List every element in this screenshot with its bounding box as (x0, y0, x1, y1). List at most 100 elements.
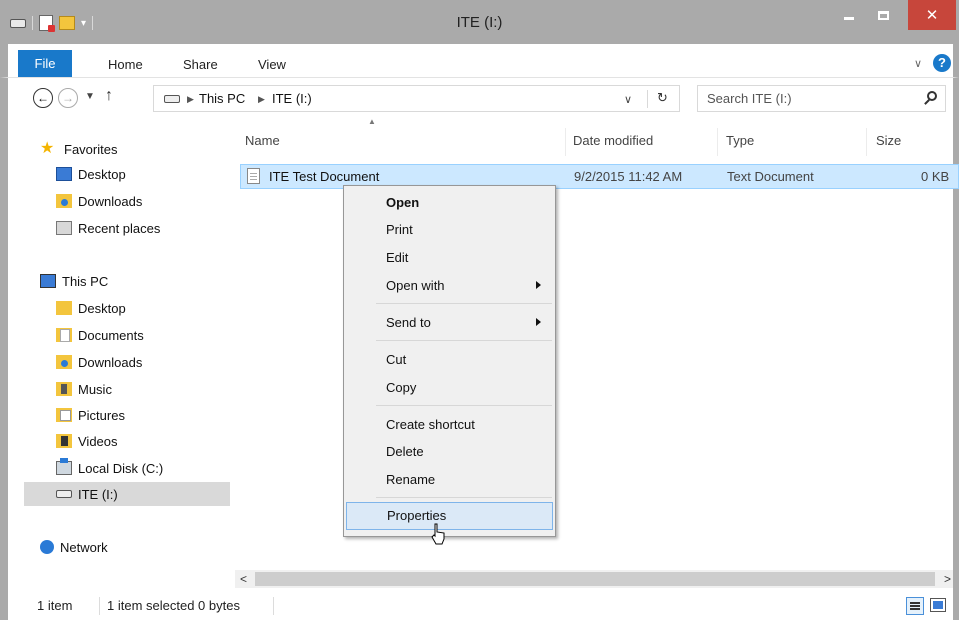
nav-pc-downloads[interactable]: Downloads (56, 350, 230, 374)
nav-favorites-recent[interactable]: Recent places (56, 216, 230, 240)
menu-item-send-to[interactable]: Send to (346, 310, 553, 336)
breadcrumb-arrow-icon[interactable]: ▶ (187, 94, 194, 105)
scroll-left-icon[interactable]: < (240, 572, 247, 586)
nav-favorites-desktop[interactable]: Desktop (56, 162, 230, 186)
status-divider (99, 597, 100, 615)
details-view-icon[interactable] (906, 597, 924, 615)
tab-view[interactable]: View (258, 57, 286, 72)
nav-label: Downloads (78, 193, 143, 209)
nav-network[interactable]: Network (40, 535, 230, 559)
column-header-name[interactable]: Name (245, 133, 280, 148)
status-bar: 1 item 1 item selected 0 bytes (8, 593, 953, 620)
menu-item-edit[interactable]: Edit (346, 245, 553, 271)
horizontal-scrollbar[interactable]: < > (235, 570, 953, 588)
column-divider[interactable] (717, 128, 718, 156)
file-date: 9/2/2015 11:42 AM (574, 169, 683, 184)
minimize-icon (844, 16, 854, 20)
nav-pc-documents[interactable]: Documents (56, 323, 230, 347)
menu-item-open[interactable]: Open (346, 190, 553, 216)
ribbon: File Home Share View ∨ ? (0, 44, 959, 77)
maximize-button[interactable] (868, 0, 898, 30)
nav-label: Recent places (78, 220, 161, 236)
nav-pc-music[interactable]: Music (56, 377, 230, 401)
menu-item-copy[interactable]: Copy (346, 375, 553, 401)
column-header-size[interactable]: Size (876, 133, 901, 148)
nav-label: Documents (78, 327, 144, 343)
breadcrumb-arrow-icon[interactable]: ▶ (258, 94, 265, 105)
mouse-cursor-icon (431, 523, 445, 545)
column-header-type[interactable]: Type (726, 133, 754, 148)
menu-item-label: Rename (386, 472, 436, 487)
scrollbar-thumb[interactable] (255, 572, 935, 586)
local-disk-icon (56, 458, 72, 475)
tab-file[interactable]: File (18, 50, 72, 77)
tab-home[interactable]: Home (108, 57, 143, 72)
menu-item-rename[interactable]: Rename (346, 467, 553, 493)
nav-favorites-downloads[interactable]: Downloads (56, 189, 230, 213)
nav-label: This PC (62, 273, 109, 289)
menu-separator (376, 340, 552, 341)
nav-pc-videos[interactable]: Videos (56, 429, 230, 453)
scroll-right-icon[interactable]: > (944, 572, 951, 586)
menu-item-properties[interactable]: Properties (346, 502, 553, 530)
pictures-folder-icon (56, 408, 72, 422)
menu-item-create-shortcut[interactable]: Create shortcut (346, 412, 553, 438)
large-icons-view-icon[interactable] (930, 598, 946, 612)
back-button[interactable]: ← (33, 88, 53, 108)
title-bar[interactable]: ▾ ITE (I:) ✕ (0, 0, 959, 44)
nav-pc-pictures[interactable]: Pictures (56, 403, 230, 427)
menu-item-open-with[interactable]: Open with (346, 273, 553, 299)
file-size: 0 KB (921, 169, 950, 184)
nav-favorites[interactable]: ★ Favorites (40, 137, 230, 161)
downloads-folder-icon (56, 194, 72, 208)
star-icon: ★ (40, 140, 55, 157)
menu-item-label: Edit (386, 250, 409, 265)
search-input[interactable]: Search ITE (I:) (697, 85, 946, 112)
maximize-icon (877, 10, 889, 20)
refresh-icon[interactable]: ↻ (657, 90, 668, 106)
context-menu: Open Print Edit Open with Send to Cut Co… (343, 185, 556, 537)
menu-separator (376, 497, 552, 498)
close-icon: ✕ (925, 7, 939, 24)
breadcrumb-this-pc[interactable]: This PC (199, 91, 245, 106)
status-divider (273, 597, 274, 615)
address-bar[interactable]: ▶ This PC ▶ ITE (I:) ∨ ↻ (153, 85, 680, 112)
address-dropdown-icon[interactable]: ∨ (624, 93, 632, 106)
menu-item-print[interactable]: Print (346, 217, 553, 243)
nav-label: Favorites (64, 141, 118, 157)
nav-pc-desktop[interactable]: Desktop (56, 296, 230, 320)
menu-item-delete[interactable]: Delete (346, 439, 553, 465)
breadcrumb-ite[interactable]: ITE (I:) (272, 91, 312, 106)
nav-label: ITE (I:) (78, 486, 118, 502)
minimize-button[interactable] (835, 0, 863, 30)
menu-item-label: Open (386, 195, 420, 210)
menu-item-label: Delete (386, 444, 424, 459)
search-icon[interactable] (927, 91, 937, 101)
nav-pc-local-disk[interactable]: Local Disk (C:) (56, 456, 230, 480)
desktop-icon (56, 167, 72, 181)
menu-item-cut[interactable]: Cut (346, 347, 553, 373)
nav-pc-ite[interactable]: ITE (I:) (24, 482, 230, 506)
nav-label: Desktop (78, 300, 126, 316)
status-item-count: 1 item (37, 598, 73, 613)
window-title: ITE (I:) (456, 14, 503, 31)
tab-share[interactable]: Share (183, 57, 218, 72)
menu-item-label: Open with (386, 278, 445, 293)
address-row: ← → ▼ ↑ ▶ This PC ▶ ITE (I:) ∨ ↻ Search … (0, 77, 959, 122)
help-icon[interactable]: ? (933, 54, 951, 72)
forward-button[interactable]: → (58, 88, 78, 108)
nav-label: Pictures (78, 407, 125, 423)
column-divider[interactable] (565, 128, 566, 156)
status-selection: 1 item selected 0 bytes (107, 598, 240, 613)
close-button[interactable]: ✕ (908, 0, 956, 30)
downloads-folder-icon (56, 355, 72, 369)
column-divider[interactable] (866, 128, 867, 156)
drive-icon (164, 95, 180, 103)
recent-places-icon (56, 221, 72, 235)
expand-ribbon-icon[interactable]: ∨ (914, 57, 922, 70)
column-header-date[interactable]: Date modified (573, 133, 653, 148)
text-document-icon (247, 168, 260, 184)
up-button[interactable]: ↑ (105, 87, 113, 105)
recent-locations-icon[interactable]: ▼ (85, 91, 95, 102)
nav-this-pc[interactable]: This PC (40, 269, 230, 293)
